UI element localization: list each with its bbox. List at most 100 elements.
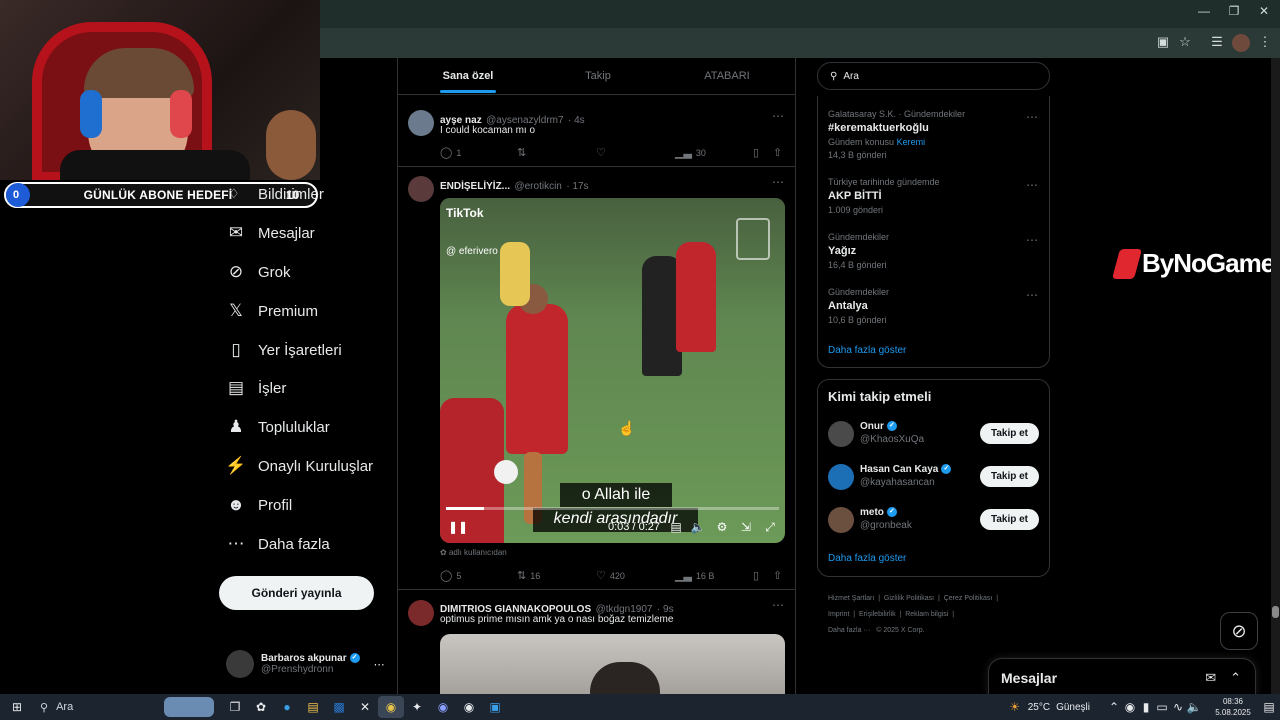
post-more-icon[interactable]: ⋯ <box>772 175 785 189</box>
media-control-icon[interactable]: ☰ <box>1208 34 1226 52</box>
trend-item[interactable]: Gündemdekiler Antalya 10,6 B gönderi <box>828 287 889 325</box>
battery-icon[interactable]: ▭ <box>1154 696 1170 718</box>
page-scrollbar[interactable] <box>1271 58 1280 694</box>
chevron-up-icon[interactable]: ⌃ <box>1230 670 1241 686</box>
nav-item-premium[interactable]: 𝕏 Premium <box>226 296 318 326</box>
weather-temp[interactable]: 25°C <box>1028 702 1050 713</box>
xbox-icon[interactable]: ✕ <box>352 696 378 718</box>
trend-item[interactable]: Galatasaray S.K. · Gündemdekiler #kerema… <box>828 109 965 160</box>
post-handle[interactable]: @erotikcin <box>514 181 561 192</box>
follow-suggestion[interactable]: meto ✓ @gronbeak <box>860 507 912 531</box>
post-time[interactable]: · 4s <box>568 115 585 126</box>
taskbar-clock[interactable]: 08:36 5.08.2025 <box>1208 696 1258 718</box>
follow-suggestion[interactable]: Hasan Can Kaya ✓ @kayahasancan <box>860 464 952 488</box>
footer-link[interactable]: Erişilebilirlik <box>859 611 896 618</box>
footer-link[interactable]: Reklam bilgisi <box>905 611 948 618</box>
share-button[interactable]: ⇧ <box>773 569 786 582</box>
repost-button[interactable]: ⇅ 16 <box>517 569 540 582</box>
search-input[interactable]: ⚲ Ara <box>817 62 1050 90</box>
wifi-icon[interactable]: ∿ <box>1170 696 1186 718</box>
views-button[interactable]: ▁▃ 30 <box>675 146 706 159</box>
minimize-icon[interactable]: — <box>1194 4 1214 22</box>
pause-icon[interactable]: ❚❚ <box>448 520 468 536</box>
kebab-menu-icon[interactable]: ⋮ <box>1256 34 1274 52</box>
trend-item[interactable]: Türkiye tarihinde gündemde AKP BİTTİ 1.0… <box>828 177 940 215</box>
captions-icon[interactable]: ▤ <box>668 520 684 536</box>
follow-show-more-link[interactable]: Daha fazla göster <box>828 553 906 564</box>
follow-button[interactable]: Takip et <box>980 509 1039 530</box>
edge-icon[interactable]: ● <box>274 696 300 718</box>
follow-button[interactable]: Takip et <box>980 466 1039 487</box>
post-author[interactable]: ENDİŞELİYİZ... <box>440 181 510 192</box>
tab-for-you[interactable]: Sana özel <box>398 58 538 94</box>
repost-button[interactable]: ⇅ <box>517 146 530 159</box>
fullscreen-icon[interactable]: ⤢ <box>762 520 778 536</box>
trend-sub-link[interactable]: Keremi <box>897 137 926 147</box>
microphone-icon[interactable]: ▮ <box>1138 696 1154 718</box>
reply-button[interactable]: ◯ 5 <box>440 569 461 582</box>
app-icon[interactable]: ✦ <box>404 696 430 718</box>
app-icon[interactable]: ▣ <box>482 696 508 718</box>
video-progress-bar[interactable] <box>446 507 779 510</box>
obs-icon[interactable]: ◉ <box>456 696 482 718</box>
post-more-icon[interactable]: ⋯ <box>772 598 785 612</box>
follow-suggestion[interactable]: Onur ✓ @KhaosXuQa <box>860 421 924 445</box>
avatar[interactable] <box>408 176 434 202</box>
account-switcher[interactable]: Barbaros akpunar ✓ @Prenshydronn ⋯ <box>226 648 396 680</box>
profile-avatar-icon[interactable] <box>1232 34 1250 52</box>
bookmark-button[interactable]: ▯ <box>753 569 763 582</box>
reply-button[interactable]: ◯ 1 <box>440 146 461 159</box>
new-message-icon[interactable]: ✉ <box>1205 670 1216 686</box>
tab-atabari[interactable]: ATABARI <box>658 58 796 94</box>
pip-icon[interactable]: ⇲ <box>738 520 754 536</box>
like-button[interactable]: ♡ 420 <box>596 569 625 582</box>
avatar[interactable] <box>828 421 854 447</box>
chevron-up-icon[interactable]: ⌃ <box>1106 696 1122 718</box>
trend-more-icon[interactable]: ⋯ <box>1026 233 1039 247</box>
avatar[interactable] <box>828 507 854 533</box>
sun-icon[interactable]: ☀ <box>1002 696 1028 718</box>
post-button[interactable]: Gönderi yayınla <box>219 576 374 610</box>
post-more-icon[interactable]: ⋯ <box>772 109 785 123</box>
scrollbar-thumb[interactable] <box>1272 606 1279 618</box>
nav-item-profile[interactable]: ☻ Profil <box>226 490 292 520</box>
star-icon[interactable]: ☆ <box>1176 34 1194 52</box>
discord-icon[interactable]: ◉ <box>430 696 456 718</box>
avatar[interactable] <box>828 464 854 490</box>
more-dots-icon[interactable]: ⋯ <box>374 658 385 671</box>
avatar[interactable] <box>408 600 434 626</box>
like-button[interactable]: ♡ <box>596 146 610 159</box>
nav-item-grok[interactable]: ⊘ Grok <box>226 257 291 287</box>
post-time[interactable]: · 17s <box>566 181 588 192</box>
volume-icon[interactable]: 🔈 <box>690 520 706 536</box>
footer-link[interactable]: Imprint <box>828 611 849 618</box>
share-button[interactable]: ⇧ <box>773 146 786 159</box>
outlook-icon[interactable]: ▩ <box>326 696 352 718</box>
copilot-icon[interactable]: ✿ <box>248 696 274 718</box>
chrome-icon[interactable]: ◉ <box>378 696 404 718</box>
settings-gear-icon[interactable]: ⚙ <box>714 520 730 536</box>
messages-drawer[interactable]: Mesajlar ✉ ⌃ <box>988 658 1256 698</box>
trend-more-icon[interactable]: ⋯ <box>1026 288 1039 302</box>
nav-item-bookmarks[interactable]: ▯ Yer İşaretleri <box>226 335 341 365</box>
nav-item-messages[interactable]: ✉ Mesajlar <box>226 218 315 248</box>
restore-icon[interactable]: ❐ <box>1224 4 1244 22</box>
bookmark-button[interactable]: ▯ <box>753 146 763 159</box>
trend-more-icon[interactable]: ⋯ <box>1026 178 1039 192</box>
taskbar-widget-image[interactable] <box>164 697 214 717</box>
windows-start-icon[interactable]: ⊞ <box>0 696 34 718</box>
follow-button[interactable]: Takip et <box>980 423 1039 444</box>
weather-desc[interactable]: Güneşli <box>1056 702 1090 713</box>
task-view-icon[interactable]: ❐ <box>222 696 248 718</box>
nav-item-communities[interactable]: ♟ Topluluklar <box>226 412 329 442</box>
taskbar-search[interactable]: ⚲ Ara <box>34 696 164 718</box>
install-app-icon[interactable]: ▣ <box>1154 34 1172 52</box>
nav-item-jobs[interactable]: ▤ İşler <box>226 373 286 403</box>
nav-item-more[interactable]: ⋯ Daha fazla <box>226 529 330 559</box>
tray-app-icon[interactable]: ◉ <box>1122 696 1138 718</box>
views-button[interactable]: ▁▃ 16 B <box>675 569 714 582</box>
nav-item-notifications-partial[interactable]: Bildirimler <box>258 179 324 209</box>
trend-more-icon[interactable]: ⋯ <box>1026 110 1039 124</box>
trends-show-more-link[interactable]: Daha fazla göster <box>828 345 906 356</box>
footer-link[interactable]: Gizlilik Politikası <box>884 595 934 602</box>
